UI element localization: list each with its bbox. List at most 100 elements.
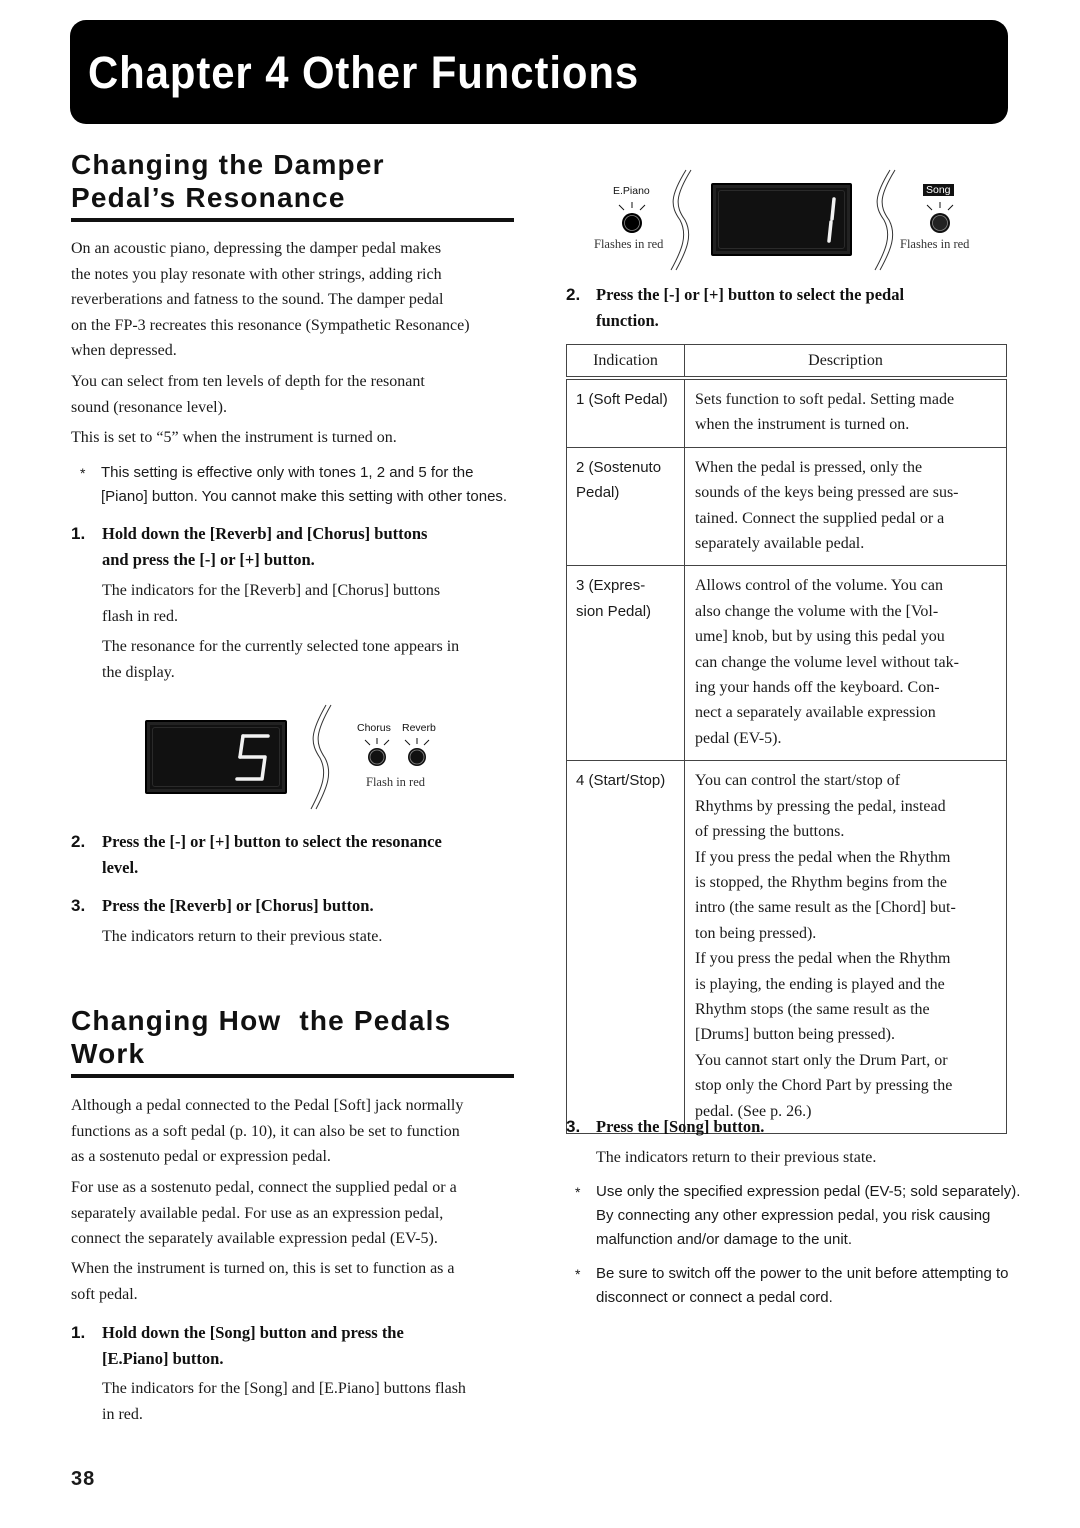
text-line: The resonance for the currently selected… [102,638,460,655]
description-cell: Sets function to soft pedal. Setting mad… [684,377,1007,448]
text-line: as a sostenuto pedal or expression pedal… [71,1148,331,1165]
chapter-title: Chapter 4 Other Functions [88,47,640,98]
chapter-banner: Chapter 4 Other Functions [70,20,1008,124]
indication-cell: 3 (Expres- sion Pedal) [566,565,685,761]
song-flash-caption: Flashes in red [900,237,970,251]
step-title-line: Press the [Reverb] or [Chorus] button. [102,896,374,915]
note-line: This setting is effective only with tone… [101,464,474,481]
text-line: when depressed. [71,342,177,359]
damper-step-2: 2. Press the [-] or [+] button to select… [71,829,541,881]
text-line: the display. [102,663,175,681]
heading-rule [71,218,514,222]
indication-cell: 1 (Soft Pedal) [566,377,685,448]
text-line: ing your hands off the keyboard. Con- [695,679,940,697]
lcd-display [711,183,852,256]
text-line: pedal (EV-5). [695,729,782,747]
text-line: intro (the same result as the [Chord] bu… [695,899,956,917]
table-row: 4 (Start/Stop) You can control the start… [566,760,1007,1134]
text-line: is stopped, the Rhythm begins from the [695,873,947,891]
text-line: sion Pedal) [576,602,652,620]
text-line: [Drums] button being pressed). [695,1026,895,1044]
step-title-line: Hold down the [Reverb] and [Chorus] butt… [102,524,428,543]
text-line: Pedal) [576,484,620,502]
note-line: By connecting any other expression pedal… [596,1207,991,1224]
text-line: 3 (Expres- [576,577,646,595]
step-title-line: level. [102,858,139,877]
step-title-line: Press the [Song] button. [596,1117,765,1136]
text-line: stop only the Chord Part by pressing the [695,1077,953,1095]
text-line: Although a pedal connected to the Pedal … [71,1097,464,1114]
note-bullet: * [575,1184,581,1200]
default-setting-text: This is set to “5” when the instrument i… [71,429,397,446]
note-line: disconnect or connect a pedal cord. [596,1289,833,1306]
pedals-step-1: 1. Hold down the [Song] button and press… [71,1320,541,1372]
text-line: When the instrument is turned on, this i… [71,1260,455,1277]
pedals-step-3: 3. Press the [Song] button. [566,1114,1006,1140]
song-button-label: Song [923,184,954,196]
note-line: [Piano] button. You cannot make this set… [101,488,508,505]
step-number: 1. [71,524,86,543]
text-line: nect a separately available expression [695,704,936,722]
reverb-button-label: Reverb [402,722,436,734]
break-line-icon [874,169,896,271]
pedal-function-table: Indication Description 1 (Soft Pedal) Se… [566,344,1007,1134]
break-line-icon [670,169,692,271]
text-line: flash in red. [102,607,178,625]
step-number: 1. [71,1323,86,1342]
text-line: 4 (Start/Stop) [576,772,666,790]
step-number: 2. [566,285,581,304]
pedals-step-3-body: The indicators return to their previous … [596,1149,877,1166]
text-line: when the instrument is turned on. [695,416,910,434]
note-bullet: * [575,1266,581,1282]
section-heading-damper: Changing the Damper Pedal’s Resonance [71,148,385,214]
text-line: If you press the pedal when the Rhythm [695,848,951,866]
note-line: Be sure to switch off the power to the u… [596,1265,1009,1282]
lcd-display [145,720,287,794]
text-line: functions as a soft pedal (p. 10), it ca… [71,1122,460,1140]
pedals-paragraph-3: When the instrument is turned on, this i… [71,1256,551,1307]
text-line: Rhythm stops (the same result as the [695,1000,930,1018]
table-header-row: Indication Description [566,344,1007,380]
damper-step-3: 3. Press the [Reverb] or [Chorus] button… [71,893,541,919]
page-number: 38 [71,1468,96,1490]
resonance-levels-paragraph: You can select from ten levels of depth … [71,369,551,420]
text-line: sound (resonance level). [71,398,227,416]
note-line: malfunction and/or damage to the unit. [596,1231,852,1248]
text-line: of pressing the buttons. [695,823,845,841]
text-line: ume] knob, but by using this pedal you [695,628,945,646]
indication-cell: 2 (Sostenuto Pedal) [566,446,685,566]
epiano-button-label: E.Piano [613,185,650,197]
break-line-icon [310,704,332,810]
text-line: 1 (Soft Pedal) [576,391,668,408]
note-line: Use only the specified expression pedal … [596,1183,1021,1200]
text-line: For use as a sostenuto pedal, connect th… [71,1179,457,1196]
damper-step-3-body: The indicators return to their previous … [102,928,383,945]
text-line: is playing, the ending is played and the [695,975,945,993]
section-heading-pedals: Changing How the Pedals Work [71,1004,451,1070]
epiano-led-icon [618,202,646,233]
text-line: tained. Connect the supplied pedal or a [695,509,945,527]
epiano-flash-caption: Flashes in red [594,237,664,251]
text-line: Sets function to soft pedal. Setting mad… [695,391,955,408]
damper-note: * This setting is effective only with to… [80,461,550,509]
step-title-line: Press the [-] or [+] button to select th… [596,285,905,304]
text-line: You cannot start only the Drum Part, or [695,1051,948,1069]
expression-pedal-note: * Use only the specified expression peda… [575,1180,1065,1252]
heading-rule [71,1074,514,1078]
text-line: ton being pressed). [695,924,817,942]
text-line: You can control the start/stop of [695,772,901,790]
flash-caption: Flash in red [366,775,426,789]
text-line: If you press the pedal when the Rhythm [695,950,951,968]
text-line: You can select from ten levels of depth … [71,373,425,390]
seven-segment-digit [827,197,836,243]
text-line: sounds of the keys being pressed are sus… [695,484,959,502]
step-number: 3. [566,1117,581,1136]
damper-step-1-body-1: The indicators for the [Reverb] and [Cho… [102,578,542,629]
song-led-icon [926,202,954,233]
text-line: separately available pedal. [695,535,865,553]
step-title-line: function. [596,311,659,330]
text-line: the notes you play resonate with other s… [71,265,442,283]
text-line: On an acoustic piano, depressing the dam… [71,240,442,257]
column-header-indication: Indication [566,344,685,380]
description-cell: When the pedal is pressed, only the soun… [684,446,1007,566]
